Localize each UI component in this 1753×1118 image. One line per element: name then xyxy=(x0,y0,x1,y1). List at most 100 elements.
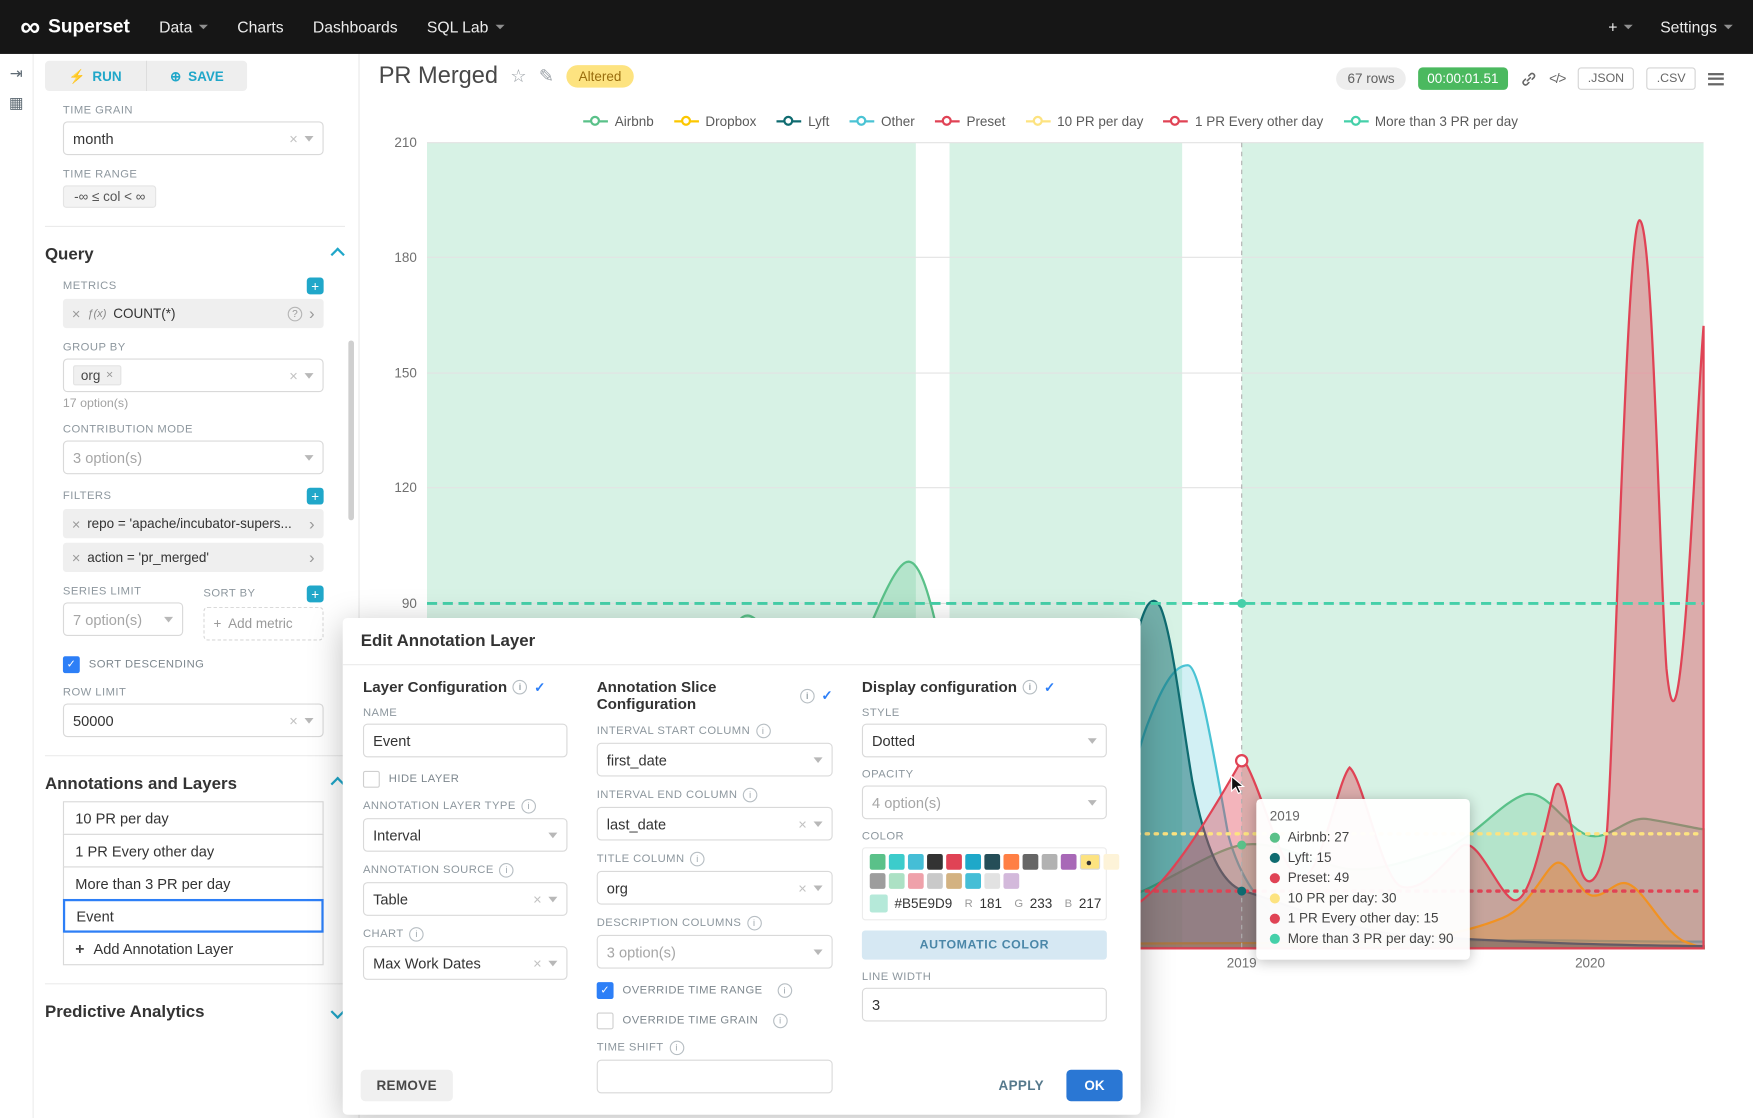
color-swatch[interactable] xyxy=(1061,854,1077,870)
annotation-layer-item[interactable]: 10 PR per day xyxy=(63,801,324,835)
embed-code-icon[interactable]: </> xyxy=(1549,71,1565,87)
color-swatch[interactable] xyxy=(908,873,924,889)
color-swatch[interactable] xyxy=(965,873,981,889)
clear-icon[interactable]: × xyxy=(798,815,807,832)
color-swatch[interactable] xyxy=(1003,873,1019,889)
info-icon[interactable]: i xyxy=(1023,680,1038,695)
color-swatch[interactable] xyxy=(889,873,905,889)
nav-new-button[interactable]: + xyxy=(1608,18,1633,36)
nav-charts[interactable]: Charts xyxy=(237,18,283,36)
annotation-layer-type-select[interactable]: Interval xyxy=(363,818,568,852)
legend-item[interactable]: Preset xyxy=(935,113,1005,129)
remove-icon[interactable]: × xyxy=(72,549,81,566)
name-input[interactable] xyxy=(363,724,568,758)
automatic-color-button[interactable]: AUTOMATIC COLOR xyxy=(862,930,1107,959)
override-time-grain-checkbox[interactable]: OVERRIDE TIME GRAIN i xyxy=(597,1012,833,1029)
legend-item[interactable]: Dropbox xyxy=(674,113,756,129)
color-swatch[interactable] xyxy=(870,854,886,870)
info-icon[interactable]: i xyxy=(690,852,705,867)
group-by-tag[interactable]: org× xyxy=(73,365,121,385)
legend-item[interactable]: Other xyxy=(850,113,915,129)
legend-item[interactable]: Airbnb xyxy=(583,113,653,129)
info-icon[interactable]: i xyxy=(743,788,758,803)
color-swatch[interactable] xyxy=(927,873,943,889)
color-swatch[interactable] xyxy=(889,854,905,870)
menu-icon[interactable] xyxy=(1708,70,1724,88)
add-annotation-layer-button[interactable]: +Add Annotation Layer xyxy=(63,932,324,966)
remove-icon[interactable]: × xyxy=(72,515,81,532)
g-value[interactable]: 233 xyxy=(1030,896,1053,912)
b-value[interactable]: 217 xyxy=(1079,896,1102,912)
filter-chip[interactable]: × repo = 'apache/incubator-supers... › xyxy=(63,509,324,538)
color-swatch[interactable] xyxy=(1023,854,1039,870)
chevron-right-icon[interactable]: › xyxy=(309,515,315,532)
run-button[interactable]: ⚡RUN xyxy=(45,61,147,91)
save-button[interactable]: ⊕SAVE xyxy=(147,61,248,91)
info-icon[interactable]: i xyxy=(513,680,528,695)
time-range-tag[interactable]: -∞ ≤ col < ∞ xyxy=(63,185,157,207)
line-width-input[interactable] xyxy=(862,988,1107,1022)
sort-descending-checkbox[interactable]: ✓ SORT DESCENDING xyxy=(63,656,359,673)
chevron-up-icon[interactable] xyxy=(331,247,345,261)
chart-select[interactable]: Max Work Dates × xyxy=(363,946,568,980)
info-icon[interactable]: i xyxy=(773,1014,788,1029)
nav-settings[interactable]: Settings xyxy=(1660,18,1733,36)
color-swatch[interactable] xyxy=(908,854,924,870)
chevron-right-icon[interactable]: › xyxy=(309,305,315,322)
scrollbar[interactable] xyxy=(348,340,354,520)
color-swatch[interactable] xyxy=(1103,854,1119,870)
title-column-select[interactable]: org × xyxy=(597,871,833,905)
annotation-layer-item-selected[interactable]: Event xyxy=(63,899,324,933)
download-json-button[interactable]: .JSON xyxy=(1578,67,1635,89)
remove-tag-icon[interactable]: × xyxy=(106,369,113,382)
annotation-layer-item[interactable]: 1 PR Every other day xyxy=(63,834,324,868)
ok-button[interactable]: OK xyxy=(1066,1070,1122,1101)
annotation-layer-item[interactable]: More than 3 PR per day xyxy=(63,866,324,900)
legend-item[interactable]: 1 PR Every other day xyxy=(1164,113,1324,129)
hide-layer-checkbox[interactable]: HIDE LAYER xyxy=(363,771,568,788)
color-swatch[interactable] xyxy=(1003,854,1019,870)
remove-button[interactable]: REMOVE xyxy=(361,1070,453,1101)
color-swatch[interactable] xyxy=(1080,854,1100,870)
info-icon[interactable]: i xyxy=(521,799,536,814)
nav-data[interactable]: Data xyxy=(159,18,208,36)
info-icon[interactable]: i xyxy=(756,724,771,739)
override-time-range-checkbox[interactable]: ✓ OVERRIDE TIME RANGE i xyxy=(597,982,833,999)
info-icon[interactable]: i xyxy=(747,916,762,931)
annotation-source-select[interactable]: Table × xyxy=(363,882,568,916)
style-select[interactable]: Dotted xyxy=(862,724,1107,758)
filter-chip[interactable]: × action = 'pr_merged' › xyxy=(63,543,324,572)
download-csv-button[interactable]: .CSV xyxy=(1647,67,1696,89)
datasource-grid-icon[interactable]: ▦ xyxy=(9,94,24,110)
nav-dashboards[interactable]: Dashboards xyxy=(313,18,398,36)
chevron-right-icon[interactable]: › xyxy=(309,549,315,566)
superset-logo[interactable]: ∞ Superset xyxy=(20,14,130,39)
share-link-icon[interactable] xyxy=(1520,70,1537,87)
color-swatch[interactable] xyxy=(946,873,962,889)
time-grain-select[interactable]: month × xyxy=(63,121,324,155)
color-swatch[interactable] xyxy=(870,873,886,889)
color-swatch[interactable] xyxy=(984,854,1000,870)
legend-item[interactable]: More than 3 PR per day xyxy=(1343,113,1518,129)
nav-sql-lab[interactable]: SQL Lab xyxy=(427,18,504,36)
add-metric-plus-button[interactable]: + xyxy=(307,278,324,295)
color-swatch[interactable] xyxy=(984,873,1000,889)
sort-by-add-metric[interactable]: +Add metric xyxy=(203,607,323,641)
info-icon[interactable]: i xyxy=(800,688,815,703)
legend-item[interactable]: 10 PR per day xyxy=(1026,113,1144,129)
clear-icon[interactable]: × xyxy=(533,955,542,972)
color-swatch[interactable] xyxy=(1042,854,1058,870)
r-value[interactable]: 181 xyxy=(979,896,1002,912)
interval-end-select[interactable]: last_date × xyxy=(597,807,833,841)
clear-icon[interactable]: × xyxy=(289,130,298,147)
clear-icon[interactable]: × xyxy=(289,712,298,729)
edit-icon[interactable]: ✎ xyxy=(539,65,554,87)
info-icon[interactable]: i xyxy=(409,927,424,942)
clear-icon[interactable]: × xyxy=(533,891,542,908)
metric-chip[interactable]: × ƒ(x) COUNT(*) ? › xyxy=(63,299,324,328)
info-icon[interactable]: i xyxy=(499,863,514,878)
add-sort-metric-button[interactable]: + xyxy=(307,585,324,602)
clear-icon[interactable]: × xyxy=(289,367,298,384)
hex-value[interactable]: #B5E9D9 xyxy=(894,896,952,912)
color-swatch[interactable] xyxy=(927,854,943,870)
